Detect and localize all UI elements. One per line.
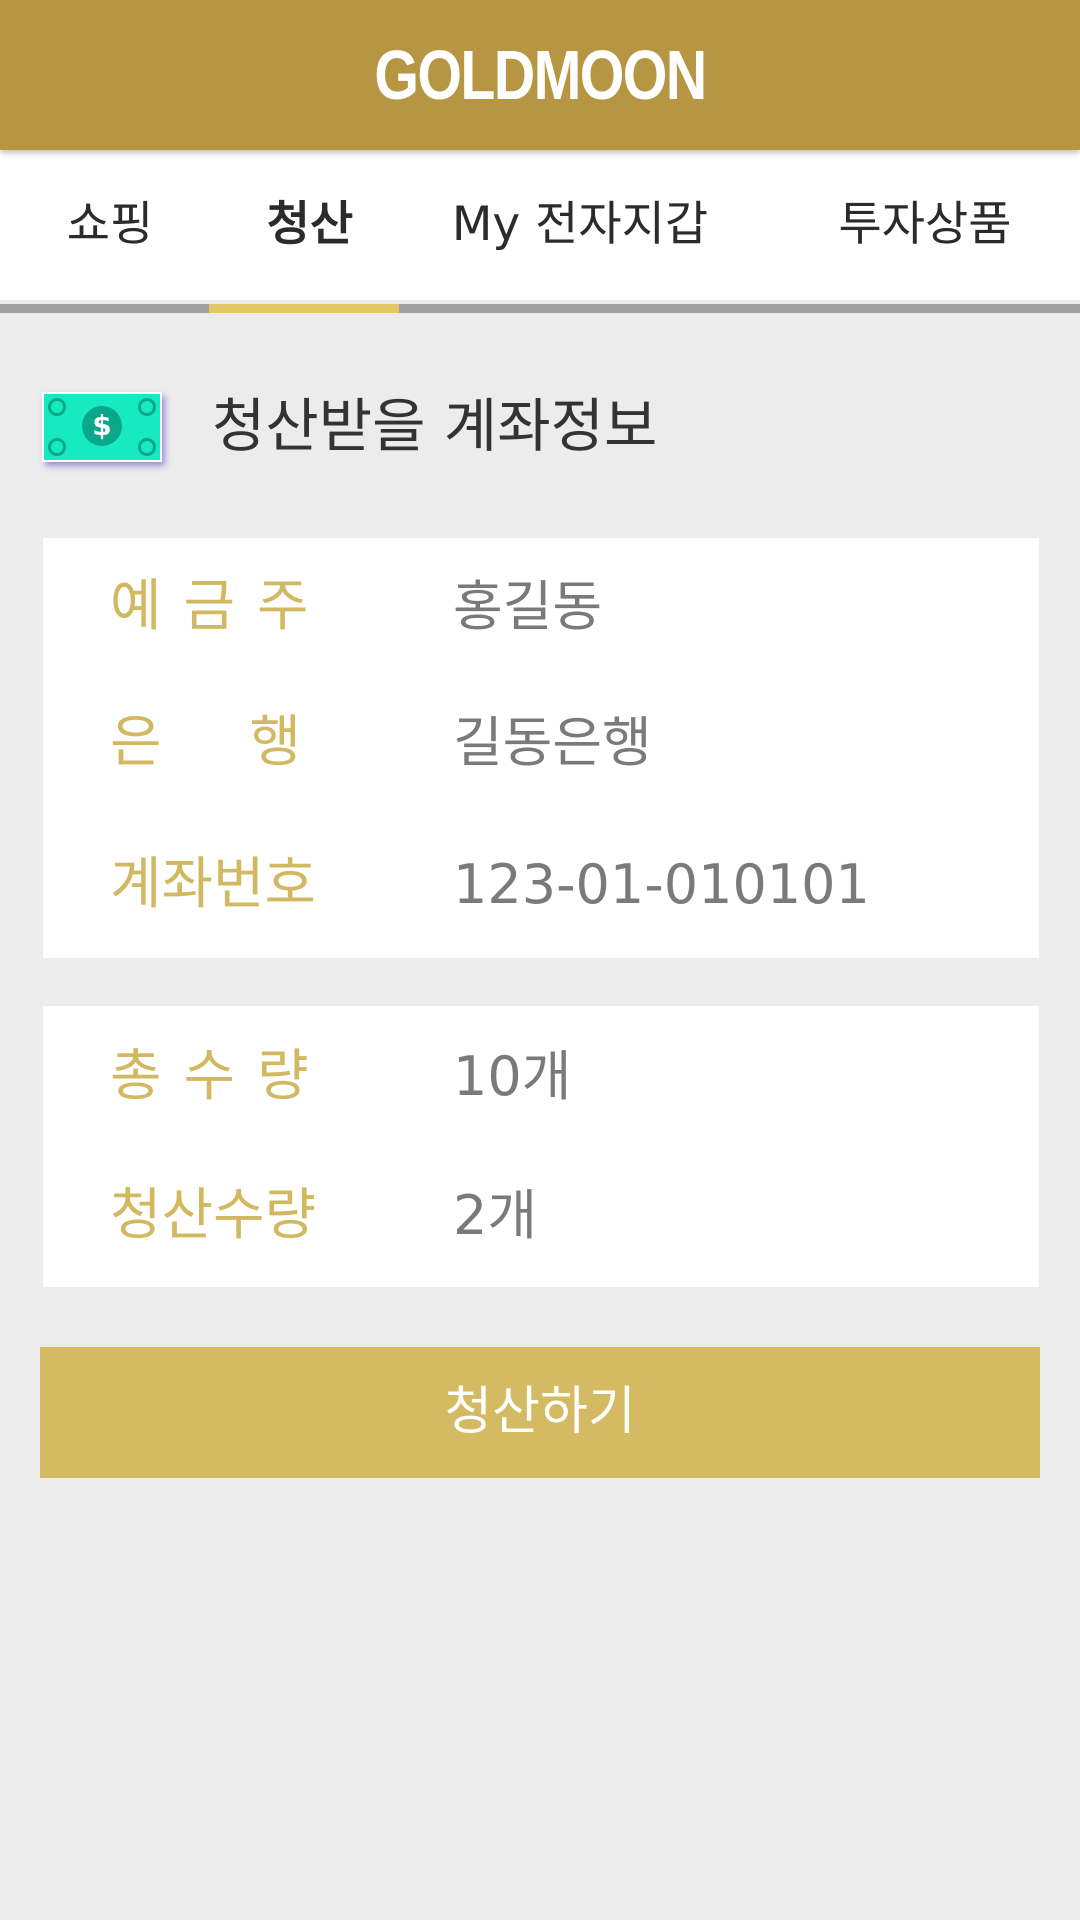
- settle-quantity-value: 2개: [453, 1184, 538, 1247]
- quantity-card: 총수량 10개 청산수량 2개: [43, 1006, 1039, 1287]
- settle-quantity-row: 청산수량 2개: [43, 1176, 1039, 1256]
- account-info-card: 예금주 홍길동 은행 길동은행 계좌번호 123-01-010101: [43, 538, 1039, 958]
- app-logo: GOLDMOON: [374, 36, 707, 114]
- dollar-coin-icon: $: [82, 406, 122, 446]
- bank-label: 은행: [110, 710, 390, 775]
- section-header: $ 청산받을 계좌정보: [40, 390, 1040, 462]
- account-number-label: 계좌번호: [110, 852, 317, 917]
- tab-bar: 쇼핑 청산 My 전자지갑 투자상품: [0, 150, 1080, 300]
- app-header: GOLDMOON: [0, 0, 1080, 150]
- settle-button[interactable]: 청산하기: [40, 1347, 1040, 1478]
- tab-rail: [0, 304, 1080, 313]
- tab-my-wallet[interactable]: My 전자지갑: [430, 150, 730, 300]
- active-tab-indicator: [209, 304, 399, 313]
- money-bill-icon: $: [42, 392, 162, 462]
- account-number-value: 123-01-010101: [453, 853, 870, 916]
- settle-quantity-label: 청산수량: [110, 1183, 317, 1248]
- tab-shopping[interactable]: 쇼핑: [40, 150, 180, 300]
- bank-value: 길동은행: [453, 711, 652, 774]
- tab-investment-products[interactable]: 투자상품: [820, 150, 1030, 300]
- account-holder-label: 예금주: [110, 574, 331, 639]
- total-quantity-value: 10개: [453, 1045, 572, 1108]
- bank-row: 은행 길동은행: [43, 703, 1039, 783]
- tab-settlement[interactable]: 청산: [240, 150, 380, 300]
- account-number-row: 계좌번호 123-01-010101: [43, 845, 1039, 925]
- total-quantity-label: 총수량: [110, 1044, 331, 1109]
- total-quantity-row: 총수량 10개: [43, 1037, 1039, 1117]
- account-holder-row: 예금주 홍길동: [43, 567, 1039, 647]
- section-title: 청산받을 계좌정보: [212, 392, 658, 460]
- account-holder-value: 홍길동: [453, 575, 603, 638]
